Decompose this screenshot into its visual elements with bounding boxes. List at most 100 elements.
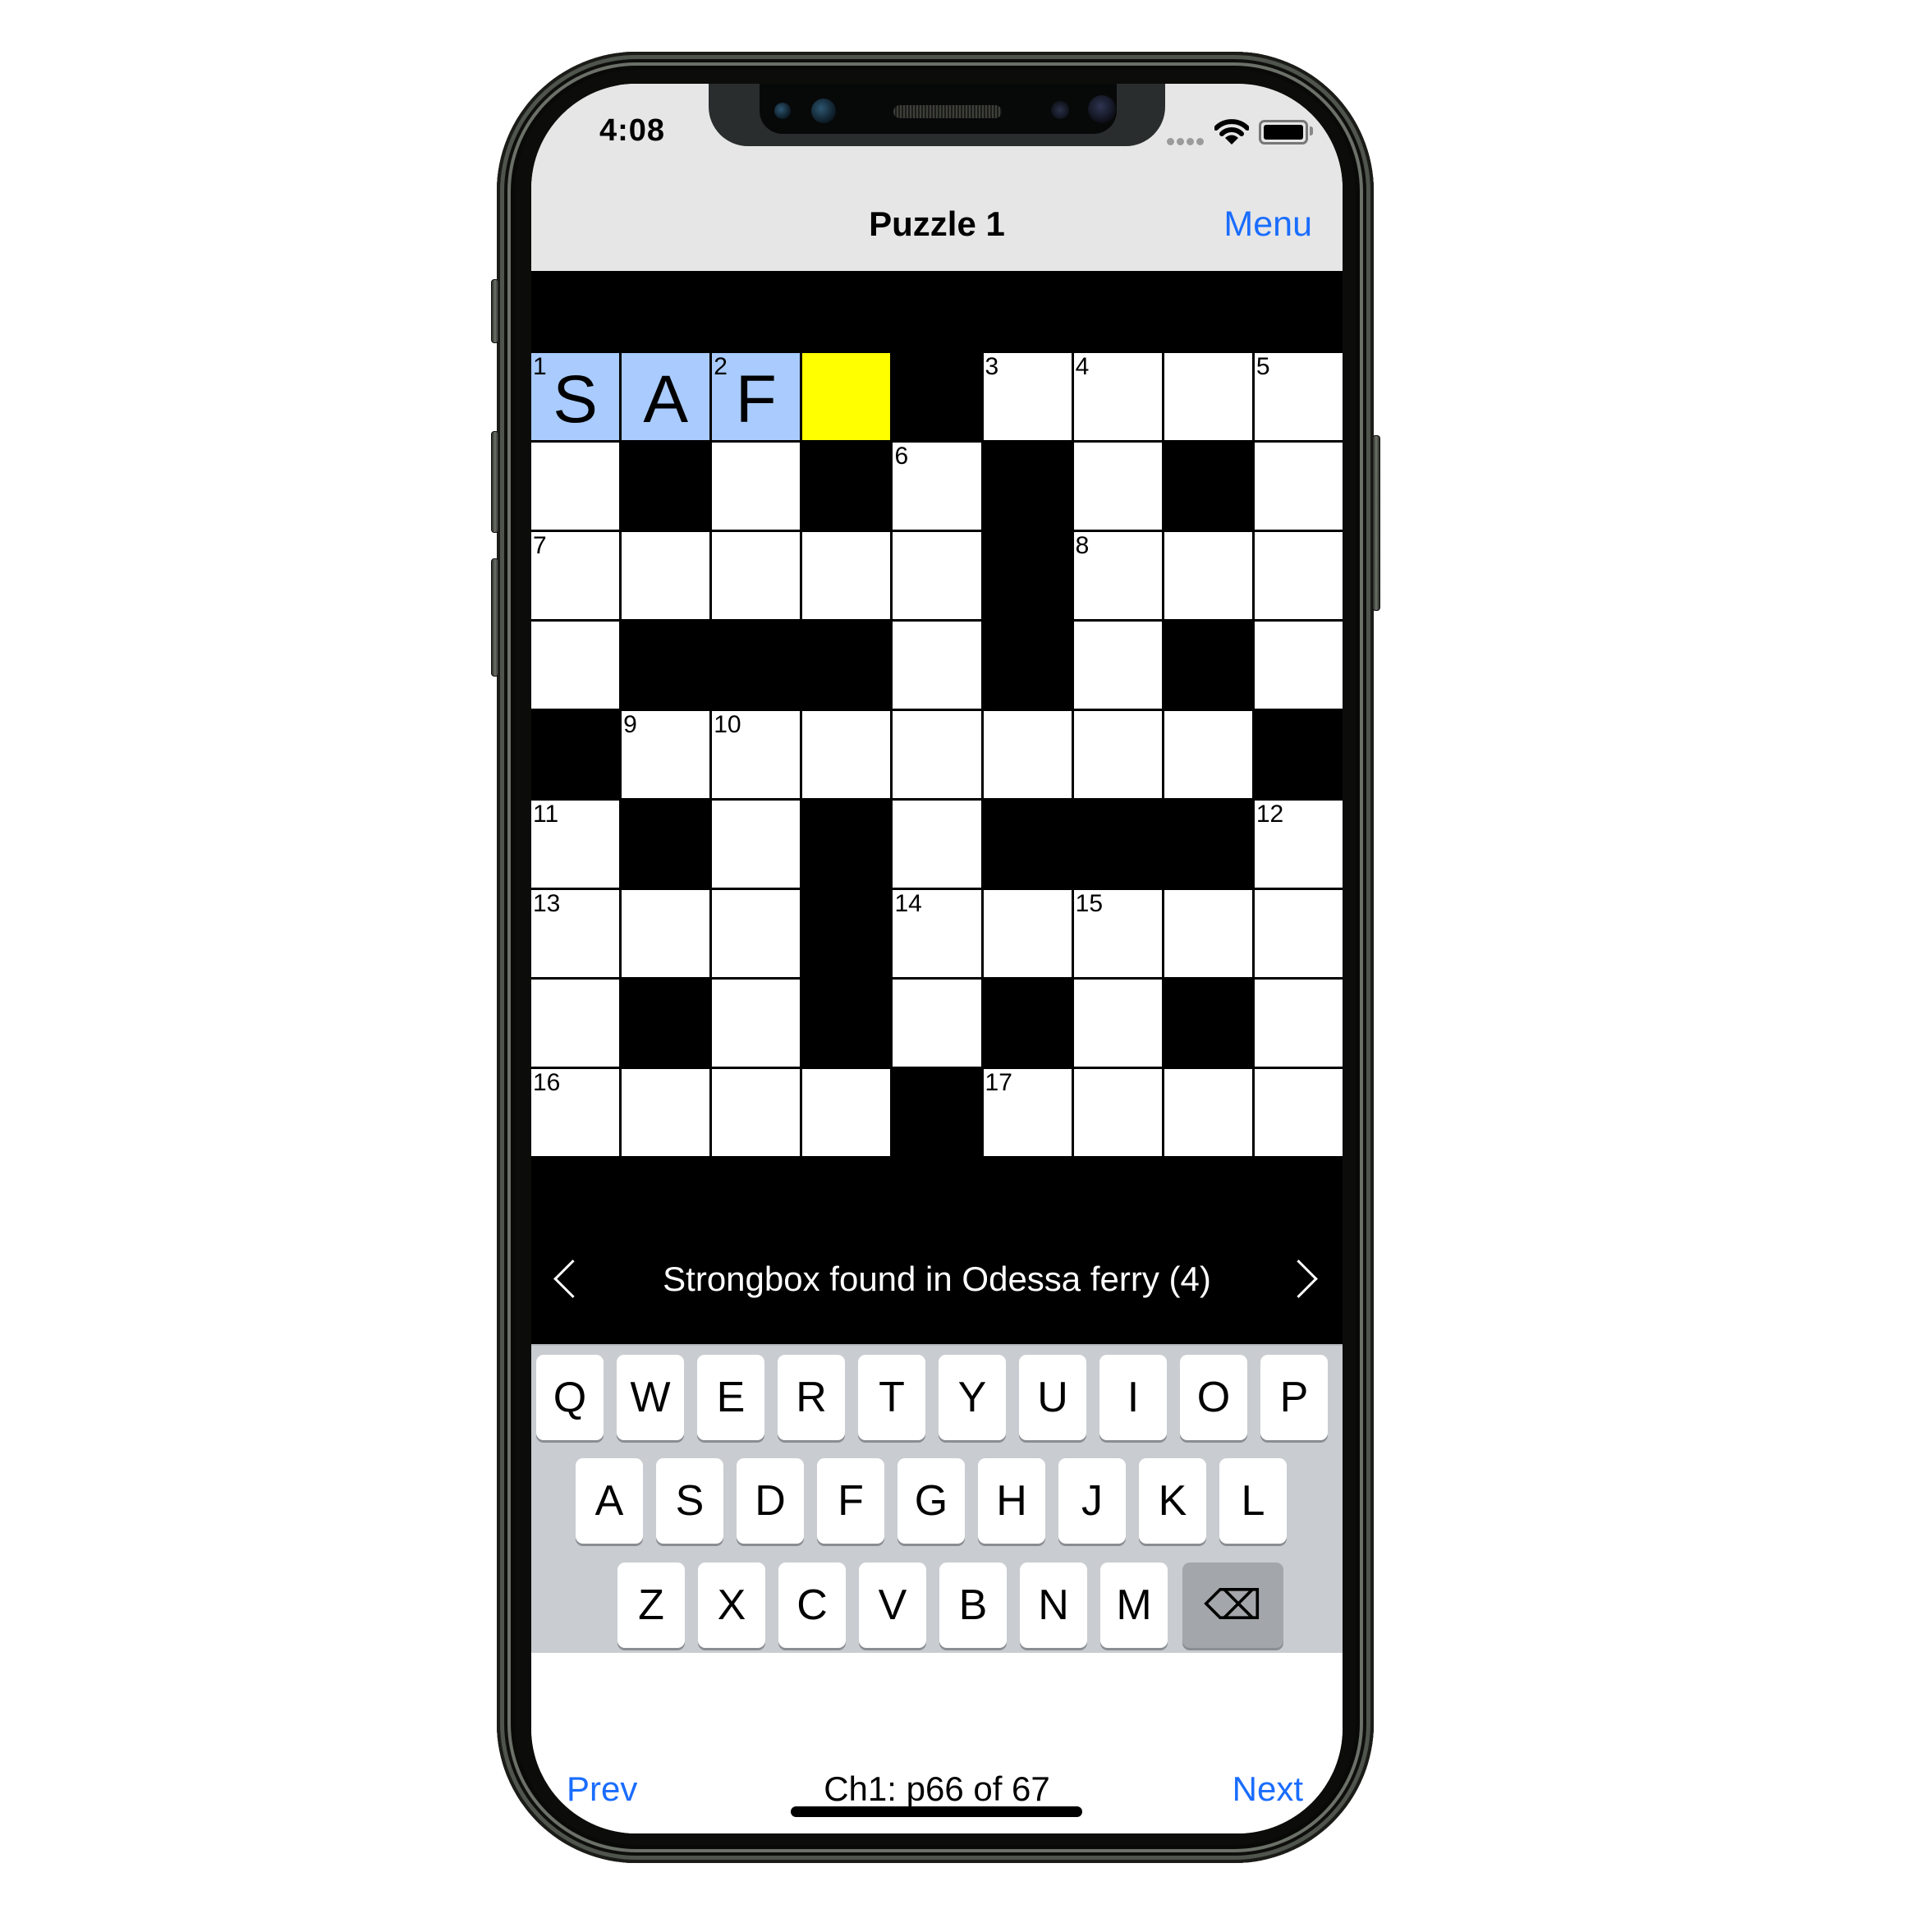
grid-cell[interactable]: [712, 532, 801, 619]
key-d[interactable]: D: [737, 1458, 804, 1544]
volume-up-button: [491, 431, 499, 533]
grid-cell[interactable]: [1254, 622, 1343, 709]
grid-cell[interactable]: [712, 1069, 801, 1156]
grid-cell[interactable]: 9: [622, 711, 710, 798]
grid-cell[interactable]: [622, 1069, 710, 1156]
grid-cell[interactable]: [1073, 622, 1162, 709]
key-o[interactable]: O: [1180, 1355, 1247, 1440]
grid-cell[interactable]: [802, 1069, 891, 1156]
key-y[interactable]: Y: [939, 1355, 1006, 1440]
key-k[interactable]: K: [1139, 1458, 1206, 1544]
grid-cell[interactable]: [893, 532, 981, 619]
grid-cell[interactable]: 12: [1254, 801, 1343, 888]
active-cell[interactable]: [802, 353, 891, 440]
key-i[interactable]: I: [1099, 1355, 1167, 1440]
grid-cell[interactable]: [1254, 443, 1343, 530]
black-cell: [802, 801, 891, 888]
grid-cell[interactable]: [1164, 711, 1252, 798]
clue-number: 16: [533, 1069, 561, 1096]
black-cell: [622, 801, 710, 888]
highlighted-cell[interactable]: 2F: [712, 353, 801, 440]
crossword-grid: 1 S A 2 F 3 4 5 6 7 8 9 10 11 12 13 14 15 16 17: [531, 351, 1343, 1158]
black-cell: [802, 443, 891, 530]
black-cell: [712, 622, 801, 709]
grid-cell[interactable]: 17: [983, 1069, 1072, 1156]
grid-cell[interactable]: 6: [893, 443, 981, 530]
black-cell: [1254, 711, 1343, 798]
grid-cell[interactable]: [893, 980, 981, 1067]
signal-dot: [1177, 138, 1184, 145]
next-button[interactable]: Next: [1233, 1769, 1303, 1809]
grid-cell[interactable]: [1164, 1069, 1252, 1156]
highlighted-cell[interactable]: A: [622, 353, 710, 440]
grid-cell[interactable]: 11: [531, 801, 620, 888]
key-r[interactable]: R: [778, 1355, 845, 1440]
clue-number: 5: [1255, 353, 1270, 380]
wifi-icon: [1214, 119, 1249, 145]
key-e[interactable]: E: [697, 1355, 764, 1440]
key-x[interactable]: X: [698, 1563, 765, 1648]
key-a[interactable]: A: [576, 1458, 643, 1544]
key-j[interactable]: J: [1058, 1458, 1126, 1544]
key-b[interactable]: B: [939, 1563, 1007, 1648]
grid-cell[interactable]: [1254, 890, 1343, 977]
grid-cell[interactable]: 5: [1254, 353, 1343, 440]
key-u[interactable]: U: [1019, 1355, 1086, 1440]
grid-cell[interactable]: [983, 711, 1072, 798]
grid-cell[interactable]: [531, 622, 620, 709]
grid-cell[interactable]: 10: [712, 711, 801, 798]
grid-cell[interactable]: 8: [1073, 532, 1162, 619]
grid-cell[interactable]: 14: [893, 890, 981, 977]
grid-cell[interactable]: [1164, 353, 1252, 440]
grid-cell[interactable]: [893, 801, 981, 888]
grid-cell[interactable]: [893, 711, 981, 798]
grid-cell[interactable]: [712, 443, 801, 530]
key-s[interactable]: S: [656, 1458, 723, 1544]
grid-cell[interactable]: [622, 532, 710, 619]
grid-cell[interactable]: [531, 443, 620, 530]
key-p[interactable]: P: [1260, 1355, 1328, 1440]
key-z[interactable]: Z: [617, 1563, 685, 1648]
grid-cell[interactable]: 16: [531, 1069, 620, 1156]
key-l[interactable]: L: [1219, 1458, 1287, 1544]
grid-cell[interactable]: [802, 532, 891, 619]
highlighted-cell[interactable]: 1S: [531, 353, 620, 440]
grid-cell[interactable]: [712, 890, 801, 977]
key-h[interactable]: H: [978, 1458, 1045, 1544]
grid-cell[interactable]: [622, 890, 710, 977]
key-f[interactable]: F: [817, 1458, 884, 1544]
delete-key[interactable]: ⌫: [1182, 1563, 1283, 1648]
grid-cell[interactable]: [893, 622, 981, 709]
key-g[interactable]: G: [897, 1458, 965, 1544]
grid-cell[interactable]: 7: [531, 532, 620, 619]
grid-cell[interactable]: [1254, 1069, 1343, 1156]
grid-cell[interactable]: [1073, 980, 1162, 1067]
grid-cell[interactable]: [1254, 532, 1343, 619]
key-w[interactable]: W: [617, 1355, 684, 1440]
grid-cell[interactable]: [712, 980, 801, 1067]
key-m[interactable]: M: [1100, 1563, 1168, 1648]
key-n[interactable]: N: [1020, 1563, 1087, 1648]
grid-cell[interactable]: [1073, 443, 1162, 530]
clue-number: 6: [894, 443, 909, 470]
grid-cell[interactable]: [531, 980, 620, 1067]
grid-cell[interactable]: 15: [1073, 890, 1162, 977]
grid-cell[interactable]: [983, 890, 1072, 977]
black-cell: [983, 443, 1072, 530]
grid-cell[interactable]: 13: [531, 890, 620, 977]
key-t[interactable]: T: [858, 1355, 925, 1440]
grid-cell[interactable]: [1164, 890, 1252, 977]
grid-cell[interactable]: [1073, 1069, 1162, 1156]
key-q[interactable]: Q: [536, 1355, 604, 1440]
grid-cell[interactable]: [802, 711, 891, 798]
grid-cell[interactable]: [1254, 980, 1343, 1067]
grid-cell[interactable]: 4: [1073, 353, 1162, 440]
key-v[interactable]: V: [859, 1563, 926, 1648]
grid-cell[interactable]: 3: [983, 353, 1072, 440]
grid-cell[interactable]: [712, 801, 801, 888]
grid-cell[interactable]: [1073, 711, 1162, 798]
menu-button[interactable]: Menu: [1223, 204, 1312, 245]
grid-cell[interactable]: [1164, 532, 1252, 619]
home-indicator[interactable]: [791, 1806, 1082, 1817]
key-c[interactable]: C: [778, 1563, 846, 1648]
